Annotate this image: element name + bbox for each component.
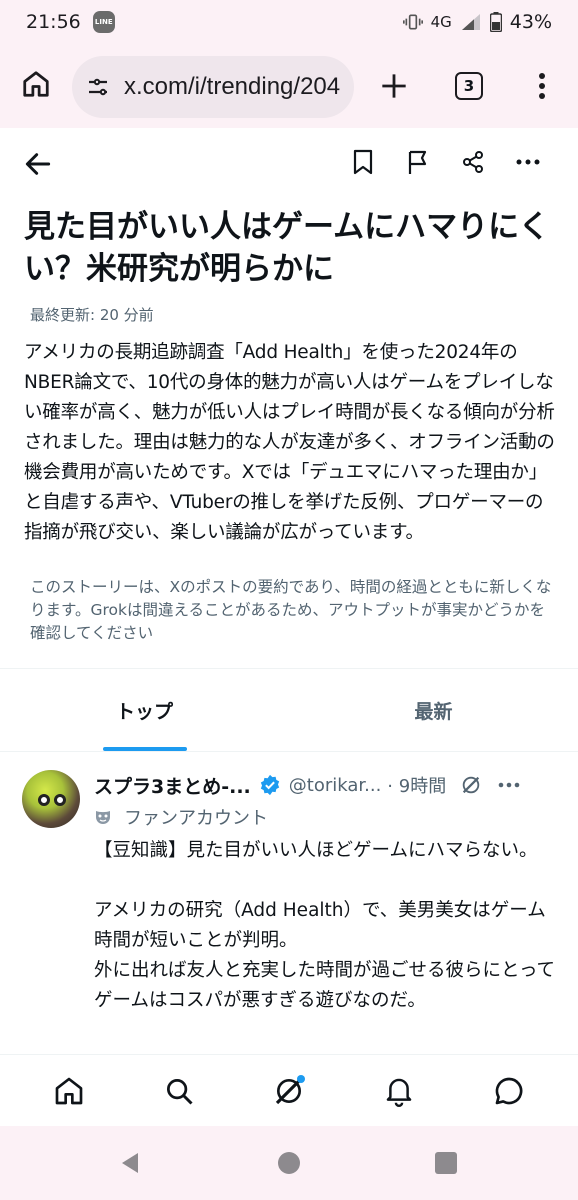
url-text[interactable]: x.com/i/trending/204 [124,73,340,101]
home-icon [23,71,49,97]
article-title: 見た目がいい人はゲームにハマりにくい？米研究が明らかに [24,209,550,287]
signal-icon [461,14,480,30]
author-handle[interactable]: @torikar... [289,775,382,796]
header-actions [349,148,542,176]
author-name[interactable]: スプラ3まとめ-... [94,772,251,799]
status-time: 21:56 [26,11,81,33]
bell-icon [386,1078,412,1107]
tab-latest[interactable]: 最新 [289,670,578,751]
grok-icon[interactable] [460,774,482,796]
mask-icon [96,811,110,824]
home-icon [55,1077,83,1104]
nav-home[interactable] [49,1071,89,1111]
more-options-button[interactable] [514,148,542,176]
verified-badge-icon [260,774,279,796]
tab-latest-label: 最新 [414,701,453,723]
system-back-icon[interactable] [118,1151,142,1175]
avatar-eye [54,794,66,806]
share-icon [463,151,483,173]
avatar-eye [38,794,50,806]
nav-notifications[interactable] [379,1071,419,1111]
bookmark-button[interactable] [349,148,377,176]
share-button[interactable] [459,148,487,176]
line-notification-icon: LINE [92,11,115,33]
article-summary: アメリカの長期追跡調査「Add Health」を使った2024年のNBER論文で… [24,342,555,543]
system-navigation-bar [0,1126,578,1200]
more-horizontal-icon [498,782,520,788]
plus-icon [382,74,406,98]
flag-icon [408,150,427,174]
browser-home-button[interactable] [18,66,54,102]
status-indicators: 4G 43% [402,11,552,33]
post-more-button[interactable] [498,774,520,796]
nav-messages[interactable] [489,1071,529,1111]
grok-disclaimer: このストーリーは、Xのポストの要約であり、時間の経過とともに新しくなります。Gr… [30,578,552,642]
chat-bubble-icon [495,1077,523,1104]
more-vert-icon [539,73,545,99]
arrow-left-icon[interactable] [22,148,54,180]
nav-search[interactable] [159,1071,199,1111]
tab-switcher-button[interactable]: 3 [455,72,483,100]
post-header: スプラ3まとめ-... @torikar... · 9時間 [94,770,564,800]
notification-dot [297,1074,305,1083]
last-updated: 最終更新: 20 分前 [30,306,154,324]
system-recents-button[interactable] [435,1152,457,1174]
network-type: 4G [430,13,452,31]
new-tab-button[interactable] [376,68,412,104]
browser-menu-button[interactable] [528,68,556,104]
tab-top-label: トップ [115,701,173,723]
address-bar[interactable]: x.com/i/trending/204 [72,56,354,118]
bottom-nav [0,1054,578,1126]
feed-tabs: トップ 最新 [0,670,578,752]
status-bar: 21:56 LINE 4G 43% [0,0,578,44]
search-icon [167,1078,193,1105]
vibrate-icon [402,14,423,30]
report-button[interactable] [404,148,432,176]
post-body: 【豆知識】見た目がいい人ほどゲームにハマらない。 アメリカの研究（Add Hea… [94,840,556,1011]
browser-toolbar: x.com/i/trending/204 3 [0,44,578,128]
account-type-text: ファンアカウント [124,808,268,829]
tab-top[interactable]: トップ [0,670,289,751]
nav-grok[interactable] [269,1071,309,1111]
avatar[interactable] [22,770,80,828]
system-home-button[interactable] [278,1152,300,1174]
tune-icon[interactable] [86,75,110,99]
battery-icon [489,12,502,32]
more-horizontal-icon [516,159,540,165]
battery-level: 43% [509,11,552,33]
bookmark-icon [353,149,373,175]
active-tab-indicator [102,747,187,751]
page-header [0,128,578,200]
post-time[interactable]: · 9時間 [387,772,446,798]
divider [0,668,578,669]
post-item[interactable]: スプラ3まとめ-... @torikar... · 9時間 ファンアカウント 【… [0,752,578,1054]
account-type-label: ファンアカウント [94,804,268,830]
